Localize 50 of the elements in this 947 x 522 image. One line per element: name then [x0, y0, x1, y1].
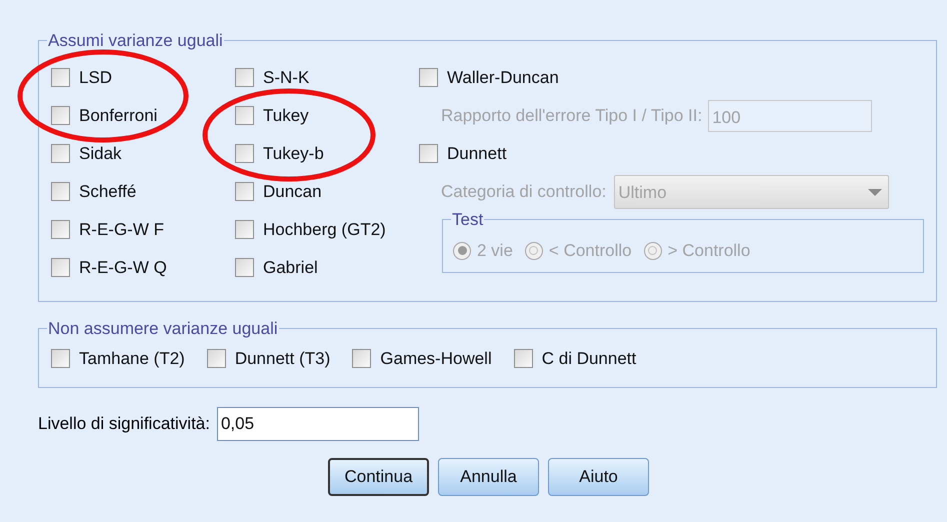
- checkbox-label: Games-Howell: [380, 348, 492, 370]
- checkbox-label: Waller-Duncan: [447, 66, 559, 89]
- checkbox[interactable]: [51, 182, 70, 201]
- checkbox-label: C di Dunnett: [542, 348, 636, 370]
- dialog-button[interactable]: Aiuto: [548, 458, 649, 496]
- checkbox[interactable]: [419, 144, 438, 163]
- checkbox-label: Gabriel: [263, 256, 318, 279]
- checkbox-label: Dunnett: [447, 142, 507, 165]
- checkbox[interactable]: [51, 144, 70, 163]
- checkbox[interactable]: [206, 349, 226, 368]
- checkbox[interactable]: [235, 144, 254, 163]
- radio-label: 2 vie: [477, 240, 513, 262]
- checkbox-label: Hochberg (GT2): [263, 218, 386, 241]
- checkbox[interactable]: [51, 106, 70, 125]
- checkbox-label: Sidak: [79, 142, 122, 165]
- checkbox-label: Tukey: [263, 104, 309, 127]
- dialog-button[interactable]: Continua: [328, 458, 429, 496]
- checkbox[interactable]: [419, 68, 438, 87]
- checkbox-label: LSD: [79, 66, 112, 89]
- checkbox-label: Scheffé: [79, 180, 136, 203]
- dialog-button[interactable]: Annulla: [438, 458, 539, 496]
- ratio-label: Rapporto dell'errore Tipo I / Tipo II:: [441, 104, 702, 127]
- checkbox-label: Bonferroni: [79, 104, 158, 127]
- category-label: Categoria di controllo:: [441, 180, 606, 203]
- checkbox-label: R-E-G-W Q: [79, 256, 167, 279]
- checkbox-label: Dunnett (T3): [234, 348, 330, 370]
- checkbox-label: S-N-K: [263, 66, 310, 89]
- radio-label: > Controllo: [668, 240, 750, 262]
- checkbox-label: Duncan: [263, 180, 322, 203]
- group-title: Non assumere varianze uguali: [47, 318, 279, 340]
- radio-label: < Controllo: [548, 240, 632, 262]
- checkbox[interactable]: [235, 258, 254, 277]
- checkbox[interactable]: [51, 349, 70, 368]
- checkbox[interactable]: [51, 68, 70, 87]
- checkbox-label: Tukey-b: [263, 142, 324, 165]
- checkbox-label: Tamhane (T2): [79, 348, 185, 370]
- checkbox[interactable]: [235, 182, 254, 201]
- checkbox[interactable]: [51, 258, 70, 277]
- checkbox[interactable]: [235, 68, 254, 87]
- checkbox[interactable]: [235, 220, 254, 239]
- significance-input[interactable]: 0,05: [216, 407, 419, 441]
- checkbox[interactable]: [514, 349, 533, 368]
- checkbox-label: R-E-G-W F: [79, 218, 164, 241]
- group-title: Assumi varianze uguali: [47, 30, 224, 52]
- group-title: Test: [451, 208, 484, 230]
- dropdown-arrow-icon: [868, 189, 882, 197]
- significance-label: Livello di significatività:: [38, 413, 210, 436]
- checkbox[interactable]: [352, 349, 372, 368]
- checkbox[interactable]: [235, 106, 254, 125]
- checkbox[interactable]: [51, 220, 70, 239]
